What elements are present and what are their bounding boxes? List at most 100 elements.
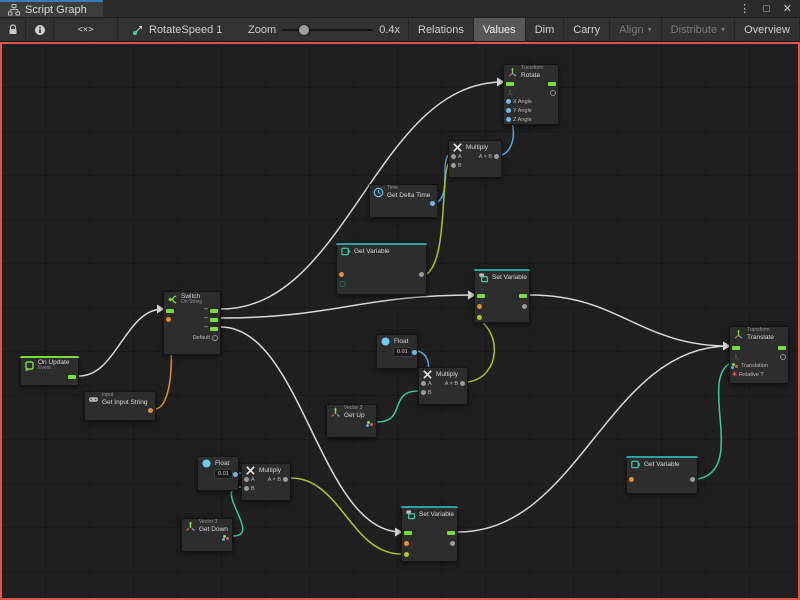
node-get-variable-speed[interactable]: Get Variable [336,243,427,295]
node-multiply-bottom[interactable]: MultiplyAA × BB [241,463,291,501]
value-port[interactable] [244,486,249,491]
node-float-bottom[interactable]: Float0.01 [197,456,239,491]
value-port[interactable] [460,381,465,386]
value-port[interactable] [451,154,456,159]
flow-port[interactable] [210,309,218,313]
flow-port[interactable] [166,309,174,313]
float-icon [201,458,212,469]
node-float-mid[interactable]: Float 0.01 [376,334,418,369]
flow-port[interactable] [447,531,455,535]
node-rotate[interactable]: TransformRotateX AngleY AngleZ Angle [503,64,559,125]
value-port[interactable] [494,154,499,159]
literal-value-field[interactable]: 0.01 [214,469,233,479]
value-port[interactable] [339,272,344,277]
node-multiply-mid[interactable]: MultiplyAA × BB [418,367,468,405]
value-port[interactable] [629,477,634,482]
value-port[interactable] [477,304,482,309]
node-get-input-string[interactable]: InputGet Input String [84,391,156,421]
relative-to-port[interactable]: ✱ [732,372,737,378]
graph-canvas[interactable]: On UpdateEventInputGet Input String Switc… [0,42,800,600]
port-label: B [428,390,432,396]
node-get-variable-br[interactable]: Get Variable [626,456,698,494]
unconnected-port[interactable] [780,354,786,360]
value-port[interactable] [421,390,426,395]
vector3-port[interactable] [367,421,370,424]
toolbar-button-dim[interactable]: Dim [525,18,564,41]
value-port[interactable] [477,315,482,320]
value-port[interactable] [451,163,456,168]
value-port[interactable] [244,477,249,482]
unconnected-port[interactable] [212,335,218,341]
lock-button[interactable] [0,18,26,41]
port-label: B [458,163,462,169]
value-port[interactable] [166,317,171,322]
node-title: Multiply [259,467,281,474]
flow-port[interactable] [210,318,218,322]
node-title: Float [394,338,408,345]
info-icon [34,24,46,36]
unconnected-port[interactable] [550,90,556,96]
value-port[interactable] [412,350,417,355]
flow-port[interactable] [477,294,485,298]
literal-value-field[interactable]: 0.01 [393,347,412,357]
info-button[interactable] [26,18,54,41]
close-icon[interactable]: ✕ [783,2,792,15]
value-port[interactable] [506,117,511,122]
flow-port[interactable] [68,375,76,379]
flow-port[interactable] [506,82,514,86]
zoom-slider-handle[interactable] [299,25,309,35]
flow-port[interactable] [732,346,740,350]
toolbar-button-relations[interactable]: Relations [408,18,473,41]
vector3-port[interactable] [732,363,735,366]
node-set-variable-mid[interactable]: Set Variable [474,269,530,323]
tab-script-graph[interactable]: Script Graph [0,0,103,17]
node-multiply-top[interactable]: MultiplyAA × BB [448,140,502,178]
value-port[interactable] [419,272,424,277]
node-vector3-get-down[interactable]: Vector 3Get Down [181,518,233,552]
value-port[interactable] [690,477,695,482]
node-title: Rotate [521,72,544,79]
multiply-icon [245,465,256,476]
port-label: A × B [268,477,281,483]
maximize-icon[interactable]: □ [763,3,770,15]
value-port[interactable] [404,541,409,546]
object-port[interactable] [339,280,347,288]
flow-port[interactable] [519,294,527,298]
toolbar-button-overview[interactable]: Overview [734,18,799,41]
node-get-delta-time[interactable]: TimeGet Delta Time [369,184,438,218]
toolbar-buttons: RelationsValuesDimCarryAlign▾Distribute▾… [408,18,800,41]
transform-self-port[interactable] [506,89,514,97]
zoom-slider[interactable] [282,29,373,31]
value-port[interactable] [283,477,288,482]
port-label: "" [204,317,208,323]
flow-port[interactable] [548,82,556,86]
toolbar-button-carry[interactable]: Carry [563,18,609,41]
menu-kebab-icon[interactable]: ⋮ [739,2,750,15]
node-title: Translate [747,334,774,341]
value-port[interactable] [148,408,153,413]
transform-self-port[interactable] [732,353,740,361]
vector3-port[interactable] [223,535,226,538]
node-vector3-get-up[interactable]: Vector 3Get Up [326,404,377,438]
port-label: Translation [741,363,768,369]
value-port[interactable] [450,541,455,546]
value-port[interactable] [506,99,511,104]
graph-breadcrumb[interactable]: RotateSpeed 1 [118,18,240,41]
flow-port[interactable] [210,327,218,331]
port-label: Relative T [739,372,764,378]
value-port[interactable] [233,472,238,477]
value-port[interactable] [522,304,527,309]
node-on-update[interactable]: On UpdateEvent [20,356,79,386]
node-translate[interactable]: TransformTranslateTranslation✱Relative T [729,326,789,384]
node-set-variable-bottom[interactable]: Set Variable [401,506,458,562]
node-switch-on-string[interactable]: SwitchOn String""""""Default [163,291,221,355]
code-preview-button[interactable]: <×> [54,18,118,41]
code-icon: <×> [77,25,93,35]
toolbar-button-values[interactable]: Values [473,18,525,41]
flow-port[interactable] [778,346,786,350]
flow-port[interactable] [404,531,412,535]
value-port[interactable] [430,201,435,206]
value-port[interactable] [404,552,409,557]
value-port[interactable] [421,381,426,386]
value-port[interactable] [506,108,511,113]
